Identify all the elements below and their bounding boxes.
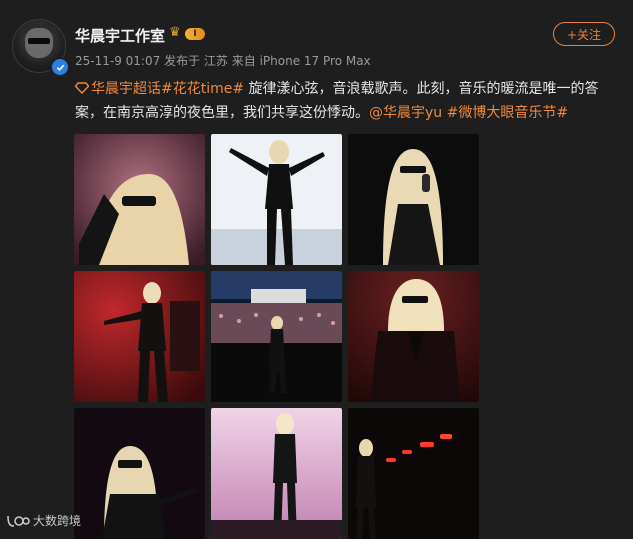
- post-text: 华晨宇超话#花花time# 旋律漾心弦，音浪载歌声。此刻，音乐的暖流是唯一的答案…: [75, 77, 620, 125]
- follow-button[interactable]: +关注: [553, 22, 615, 46]
- photo-5[interactable]: [211, 271, 342, 402]
- watermark-text: 大数跨境: [33, 514, 82, 528]
- photo-3[interactable]: [348, 134, 479, 265]
- author-name[interactable]: 华晨宇工作室: [75, 25, 165, 46]
- post-timestamp[interactable]: 25-11-9 01:07: [75, 54, 160, 68]
- super-topic-label: 华晨宇超话: [91, 81, 161, 97]
- photo-6[interactable]: [348, 271, 479, 402]
- level-badge: I: [185, 28, 205, 40]
- hashtag-huahuatime[interactable]: #花花time#: [161, 81, 244, 97]
- source-label: 来自: [231, 54, 256, 68]
- super-topic-tag[interactable]: 华晨宇超话: [75, 81, 161, 97]
- photo-2[interactable]: [211, 134, 342, 265]
- photo-9[interactable]: [348, 408, 479, 539]
- post-device: iPhone 17 Pro Max: [259, 54, 371, 68]
- hashtag-music-festival[interactable]: #微博大眼音乐节#: [442, 105, 568, 121]
- avatar-sunglasses: [28, 38, 50, 44]
- post-meta: 25-11-9 01:07 发布于 江苏 来自 iPhone 17 Pro Ma…: [75, 52, 371, 69]
- mention-link[interactable]: @华晨宇yu: [369, 105, 442, 121]
- photo-1[interactable]: [74, 134, 205, 265]
- post-location: 江苏: [203, 54, 228, 68]
- verified-icon: [50, 57, 70, 77]
- diamond-icon: [75, 82, 89, 94]
- posted-from-label: 发布于: [164, 54, 201, 68]
- follow-label: +关注: [566, 27, 602, 42]
- photo-4[interactable]: [74, 271, 205, 402]
- watermark: 大数跨境: [6, 512, 81, 529]
- crown-icon: ♛: [169, 25, 181, 40]
- logo-icon: [7, 515, 30, 527]
- photo-8[interactable]: [211, 408, 342, 539]
- photo-7[interactable]: [74, 408, 205, 539]
